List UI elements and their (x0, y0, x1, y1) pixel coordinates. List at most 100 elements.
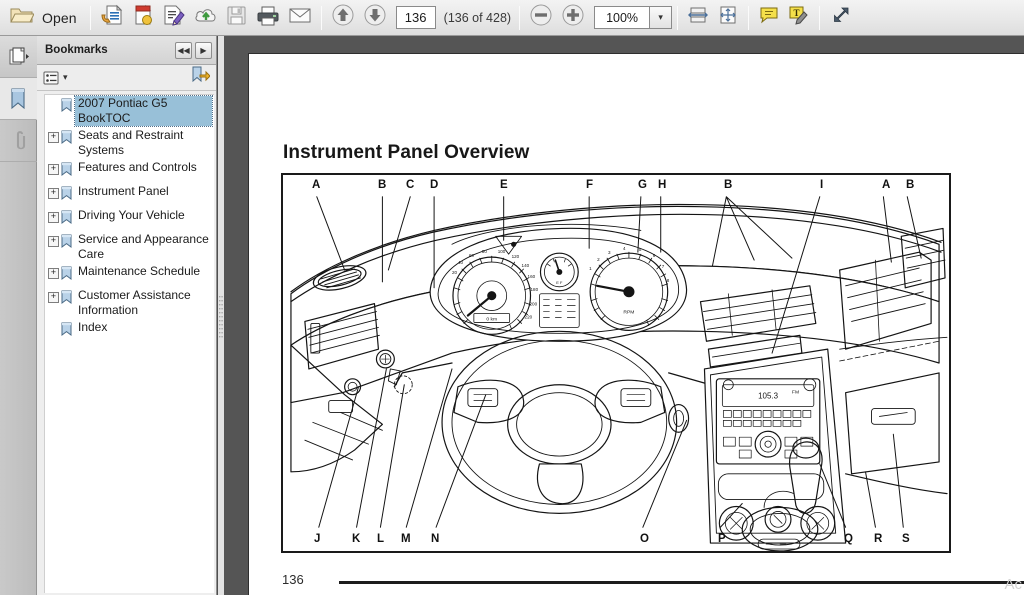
bookmark-item[interactable]: + Seats and Restraint Systems (45, 127, 214, 159)
create-pdf-button[interactable] (96, 3, 128, 33)
chevron-down-icon: ▾ (658, 12, 663, 22)
svg-text:105.3: 105.3 (758, 392, 778, 401)
bookmark-item[interactable]: + Service and Appearance Care (45, 231, 214, 263)
footer-rule (339, 581, 1024, 584)
bookmark-expand-toggle[interactable]: + (48, 292, 59, 303)
fullscreen-button[interactable] (825, 3, 855, 33)
bookmark-icon (60, 234, 75, 254)
print-button[interactable] (252, 3, 284, 33)
bookmarks-icon (11, 87, 25, 109)
fit-width-button[interactable] (683, 3, 713, 33)
svg-text:E F: E F (556, 280, 563, 285)
bookmark-expand-toggle[interactable]: + (48, 212, 59, 223)
highlight-text-button[interactable]: T (784, 3, 814, 33)
list-options-icon (43, 71, 59, 84)
bookmark-item[interactable]: + Features and Controls (45, 159, 214, 183)
bookmark-icon (60, 322, 75, 342)
minus-circle-icon (529, 3, 553, 32)
previous-page-button[interactable] (327, 3, 359, 33)
bookmark-label: Seats and Restraint Systems (78, 128, 184, 157)
bookmark-item[interactable]: 2007 Pontiac G5 BookTOC (45, 95, 214, 127)
rail-item-attachments[interactable] (0, 120, 37, 162)
zoom-in-button[interactable] (557, 3, 589, 33)
toolbar-separator-5 (748, 5, 750, 30)
combine-files-icon (132, 4, 154, 31)
callout-B-top-1: B (378, 179, 387, 191)
bookmark-icon (60, 290, 75, 310)
plus-circle-icon (561, 3, 585, 32)
upload-cloud-button[interactable] (190, 3, 222, 33)
bookmark-expand-toggle[interactable]: + (48, 164, 59, 175)
svg-text:T: T (794, 8, 800, 18)
arrow-down-icon (363, 3, 387, 32)
bookmark-item[interactable]: + Maintenance Schedule (45, 263, 214, 287)
next-page-button[interactable] (359, 3, 391, 33)
zoom-out-button[interactable] (525, 3, 557, 33)
callout-L-bottom: L (377, 533, 385, 545)
callout-D-top: D (430, 179, 439, 191)
email-button[interactable] (284, 3, 316, 33)
open-button[interactable] (6, 3, 38, 33)
bookmark-label: Driving Your Vehicle (78, 208, 185, 222)
bookmark-label: 2007 Pontiac G5 BookTOC (74, 95, 213, 127)
bookmark-item[interactable]: + Customer Assistance Information (45, 287, 214, 319)
upload-cloud-icon (194, 5, 218, 30)
toolbar-separator-2 (320, 5, 322, 30)
bookmark-label: Customer Assistance Information (78, 288, 191, 317)
svg-text:40: 40 (458, 260, 464, 265)
callout-H-top: H (658, 179, 667, 191)
svg-text:RPM: RPM (623, 310, 634, 316)
watermark-text: Ac (1004, 576, 1022, 593)
splitter-grip-dots (219, 296, 223, 340)
rail-item-page-thumbnails[interactable] (0, 36, 37, 78)
bookmark-expand-toggle[interactable]: + (48, 268, 59, 279)
bookmark-item[interactable]: Index (45, 319, 214, 343)
expand-arrows-icon (829, 5, 851, 30)
combine-files-button[interactable] (128, 3, 158, 33)
bookmarks-panel: Bookmarks ◀◀ ▶ ▾ 2007 Pontiac G5 BookTOC… (37, 36, 217, 595)
page-thumbnails-icon (9, 47, 29, 64)
zoom-level-value[interactable]: 100% (594, 6, 651, 29)
toolbar-separator-1 (89, 5, 91, 30)
svg-text:140: 140 (522, 263, 530, 268)
bookmark-icon (60, 98, 75, 118)
bookmark-label: Maintenance Schedule (78, 264, 201, 278)
instrument-panel-figure: 20 40 60 80 100 120 140 160 180 200 220 0 km (281, 173, 951, 553)
callout-S-bottom: S (902, 533, 910, 545)
edit-pdf-button[interactable] (158, 3, 190, 33)
fit-page-icon (717, 5, 739, 30)
bookmark-icon (60, 210, 75, 230)
bookmark-expand-toggle[interactable]: + (48, 236, 59, 247)
document-viewport[interactable]: Instrument Panel Overview 20 40 60 80 10… (224, 36, 1024, 595)
options-caret-icon: ▾ (63, 72, 68, 82)
fit-page-button[interactable] (713, 3, 743, 33)
bookmarks-list[interactable]: 2007 Pontiac G5 BookTOC + Seats and Restra… (44, 94, 214, 593)
svg-text:20: 20 (452, 270, 458, 275)
bookmark-options-button[interactable]: ▾ (43, 70, 68, 86)
toolbar-separator-4 (677, 5, 679, 30)
expand-panel-button[interactable]: ▶ (195, 41, 212, 59)
zoom-dropdown-button[interactable]: ▾ (650, 6, 673, 29)
callout-N-bottom: N (431, 533, 440, 545)
page-number-input[interactable] (395, 6, 436, 29)
open-button-label[interactable]: Open (38, 10, 85, 26)
callout-A-top-left: A (312, 179, 321, 191)
collapse-panel-button[interactable]: ◀◀ (175, 41, 192, 59)
add-comment-button[interactable] (754, 3, 784, 33)
new-bookmark-icon (192, 66, 211, 83)
new-bookmark-button[interactable] (191, 66, 211, 89)
save-button[interactable] (222, 3, 252, 33)
svg-text:FM: FM (792, 390, 799, 396)
callout-J-bottom: J (314, 533, 321, 545)
bookmark-toggle-placeholder (48, 100, 59, 111)
bookmark-expand-toggle[interactable]: + (48, 188, 59, 199)
callout-C-top: C (406, 179, 415, 191)
callout-F-top: F (586, 179, 594, 191)
arrow-up-icon (331, 3, 355, 32)
bookmark-item[interactable]: + Instrument Panel (45, 183, 214, 207)
bookmark-item[interactable]: + Driving Your Vehicle (45, 207, 214, 231)
bookmark-expand-toggle[interactable]: + (48, 132, 59, 143)
bookmarks-panel-header: Bookmarks ◀◀ ▶ (37, 36, 216, 65)
rail-item-bookmarks[interactable] (0, 78, 37, 120)
svg-text:180: 180 (531, 287, 539, 292)
